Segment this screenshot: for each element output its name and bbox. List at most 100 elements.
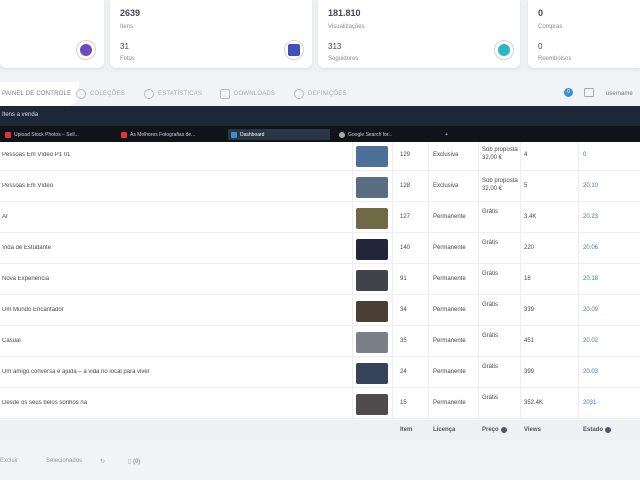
row-license: Permanente: [433, 276, 466, 282]
row-license: Exclusiva: [433, 152, 459, 158]
row-status[interactable]: 0: [583, 152, 586, 158]
trash-icon[interactable]: ▯ (0): [128, 458, 140, 465]
row-license: Permanente: [433, 400, 466, 406]
row-price: Grátis: [482, 239, 498, 247]
stats-icon: [144, 89, 154, 99]
username-label[interactable]: username: [606, 91, 633, 97]
info-icon: [605, 427, 612, 433]
row-status[interactable]: 20.23: [583, 214, 598, 220]
row-thumbnail[interactable]: [356, 270, 388, 291]
stat-card-purchases: 0 Compras 0 Reembolsos: [528, 0, 640, 68]
browser-tab-0[interactable]: Upload Stock Photos – Sell...: [2, 129, 102, 140]
stat-card-items: 2639 Itens 31 Fotos: [110, 0, 312, 68]
table-row[interactable]: Pessoas Em Vídeo 128 Exclusiva Sob proposta…: [0, 173, 640, 202]
tab-settings-label: Definições: [308, 91, 347, 97]
favicon-icon: [231, 131, 237, 138]
row-status[interactable]: 20.03: [583, 369, 598, 375]
row-thumbnail[interactable]: [356, 332, 388, 353]
table-row[interactable]: Um amigo conversa e ajuda – a vida no lo…: [0, 359, 640, 388]
row-thumbnail[interactable]: [356, 208, 388, 229]
row-thumbnail[interactable]: [356, 146, 388, 167]
favicon-icon: [339, 131, 345, 138]
stat-purchases-label: Compras: [538, 24, 563, 30]
table-row[interactable]: Nova Experiência 91 Permanente Grátis 18 20.1…: [0, 266, 640, 295]
col-license[interactable]: Licença: [433, 427, 455, 433]
main-tabs: Painel de controle Coleções Estatísticas…: [0, 82, 640, 106]
row-id: 24: [400, 369, 407, 375]
notification-icon[interactable]: 0: [564, 88, 573, 97]
row-title[interactable]: Pessoas Em Vídeo: [2, 183, 342, 189]
row-title[interactable]: Ar: [2, 214, 342, 220]
table-row[interactable]: Casual 35 Permanente Grátis 451 20.02: [0, 328, 640, 357]
row-thumbnail[interactable]: [356, 177, 388, 198]
stat-photos-value: 31: [120, 42, 129, 51]
row-license: Exclusiva: [433, 183, 459, 189]
table-footer: Excluir Selecionados ↻ ▯ (0): [0, 450, 640, 480]
refresh-icon[interactable]: ↻: [100, 458, 105, 465]
row-license: Permanente: [433, 307, 466, 313]
row-thumbnail[interactable]: [356, 363, 388, 384]
table-row[interactable]: Desde os seus belos sonhos na 15 Permanent…: [0, 390, 640, 419]
stat-items-label: Itens: [120, 24, 134, 30]
browser-tab-label: Upload Stock Photos – Sell...: [14, 131, 79, 138]
table-row[interactable]: Vida de Estudante 140 Permanente Grátis 220 2…: [0, 235, 640, 264]
row-thumbnail[interactable]: [356, 394, 388, 415]
favicon-icon: [5, 131, 11, 138]
stat-card-0: [0, 0, 104, 68]
row-id: 91: [400, 276, 407, 282]
selected-link[interactable]: Selecionados: [46, 458, 82, 464]
row-price-line: Sob proposta: [482, 147, 518, 153]
table-row[interactable]: Ar 127 Permanente Grátis 3.4K 20.23: [0, 204, 640, 233]
row-title[interactable]: Pessoas Em Vídeo P1 01: [2, 152, 342, 158]
browser-tab-1[interactable]: As Melhores Fotografias de...: [118, 129, 218, 140]
delete-link[interactable]: Excluir: [0, 458, 18, 464]
row-title[interactable]: Um amigo conversa e ajuda – a vida no lo…: [2, 369, 342, 375]
row-status[interactable]: 20.18: [583, 276, 598, 282]
tab-collections[interactable]: Coleções: [76, 86, 125, 102]
row-status[interactable]: 20.10: [583, 183, 598, 189]
table-row[interactable]: Pessoas Em Vídeo P1 01 129 Exclusiva Sob pr…: [0, 142, 640, 171]
row-license: Permanente: [433, 369, 466, 375]
table-row[interactable]: Um Mundo Encantador 34 Permanente Grátis 339…: [0, 297, 640, 326]
row-views: 3.4K: [524, 214, 537, 220]
refresh-icon: [494, 40, 514, 60]
tab-downloads[interactable]: Downloads: [220, 86, 275, 102]
browser-tab-2[interactable]: Dashboard: [228, 129, 330, 140]
row-status[interactable]: 20.06: [583, 245, 598, 251]
tab-settings[interactable]: Definições: [294, 86, 347, 102]
row-status[interactable]: 20.02: [583, 338, 598, 344]
row-status[interactable]: 2031: [583, 400, 596, 406]
row-license: Permanente: [433, 245, 466, 251]
row-title[interactable]: Um Mundo Encantador: [2, 307, 342, 313]
stat-card-views: 181.810 Visualizações 313 Seguidores: [318, 0, 520, 68]
col-views[interactable]: Views: [524, 427, 541, 433]
row-title[interactable]: Vida de Estudante: [2, 245, 342, 251]
row-id: 129: [400, 152, 411, 158]
row-price: Grátis: [482, 301, 498, 309]
items-table: Pessoas Em Vídeo P1 01 129 Exclusiva Sob pr…: [0, 142, 640, 440]
tab-dashboard[interactable]: Painel de controle: [0, 82, 80, 106]
tab-stats[interactable]: Estatísticas: [144, 86, 202, 102]
col-id[interactable]: Item: [400, 427, 412, 433]
row-id: 34: [400, 307, 407, 313]
row-price-line: Grátis: [482, 209, 499, 215]
new-tab-button[interactable]: +: [442, 129, 452, 140]
col-status[interactable]: Estado: [583, 427, 612, 433]
row-thumbnail[interactable]: [356, 301, 388, 322]
stat-followers-label: Seguidores: [328, 56, 359, 62]
row-price: Grátis: [482, 208, 498, 216]
collections-icon: [76, 89, 86, 99]
row-status[interactable]: 20.09: [583, 307, 598, 313]
row-title[interactable]: Desde os seus belos sonhos na: [2, 400, 342, 406]
tab-dashboard-label: Painel de controle: [2, 91, 72, 97]
col-price[interactable]: Preço: [482, 427, 507, 433]
row-thumbnail[interactable]: [356, 239, 388, 260]
row-title[interactable]: Casual: [2, 338, 342, 344]
info-icon: [500, 427, 507, 433]
stat-followers-value: 313: [328, 42, 342, 51]
row-title[interactable]: Nova Experiência: [2, 276, 342, 282]
browser-tab-3[interactable]: Google Search for...: [336, 129, 436, 140]
menu-icon[interactable]: [584, 88, 594, 97]
col-id-label: Item: [400, 427, 413, 433]
row-views: 4: [524, 152, 528, 158]
